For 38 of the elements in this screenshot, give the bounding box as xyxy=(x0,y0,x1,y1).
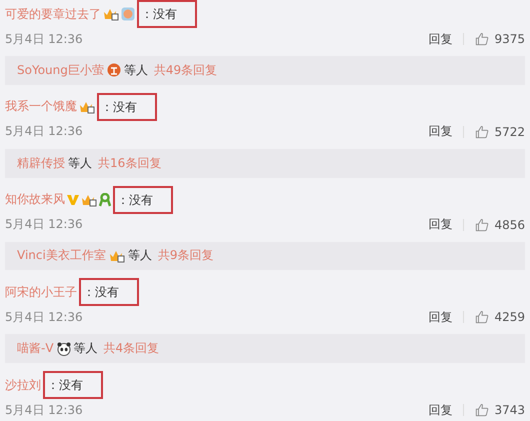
comment-text: ：没有 xyxy=(97,92,157,121)
crown-badge-icon xyxy=(81,192,97,206)
others-label: 等人 xyxy=(128,247,152,264)
comment-text: ：没有 xyxy=(79,278,139,306)
thumbs-up-icon xyxy=(475,32,490,46)
round-badge-icon xyxy=(121,7,135,21)
comment-text: ：没有 xyxy=(43,371,103,399)
crown-badge-icon xyxy=(103,7,119,21)
comment-time: 5月4日 12:36 xyxy=(5,123,83,140)
like-button[interactable]: 3743 xyxy=(475,403,525,417)
reply-link[interactable]: 回复 xyxy=(428,30,452,48)
like-button[interactable]: 9375 xyxy=(475,32,525,46)
thumbs-up-icon xyxy=(475,403,490,417)
ribbon-icon xyxy=(99,192,111,206)
reply-link[interactable]: 回复 xyxy=(428,216,452,233)
medal-badge-icon xyxy=(106,63,121,78)
reply-link[interactable]: 回复 xyxy=(428,402,452,418)
comment-text: ：没有 xyxy=(137,0,197,28)
comment-time: 5月4日 12:36 xyxy=(5,308,83,326)
thumbs-up-icon xyxy=(475,218,490,232)
comment-time: 5月4日 12:36 xyxy=(5,30,83,48)
comment-time: 5月4日 12:36 xyxy=(5,216,83,233)
thumbs-up-icon xyxy=(475,310,490,324)
v-badge-icon xyxy=(67,194,79,206)
comment-time: 5月4日 12:36 xyxy=(5,402,83,418)
like-button[interactable]: 4856 xyxy=(475,218,525,232)
reply-link[interactable]: 回复 xyxy=(428,123,452,140)
thumbs-up-icon xyxy=(475,124,490,139)
like-button[interactable]: 4259 xyxy=(475,310,525,324)
reply-link[interactable]: 回复 xyxy=(428,308,452,326)
others-label: 等人 xyxy=(74,340,98,358)
crown-badge-icon xyxy=(108,248,125,263)
comment-text: ：没有 xyxy=(113,186,173,214)
like-button[interactable]: 5722 xyxy=(475,124,525,139)
crown-badge-icon xyxy=(79,100,95,114)
others-label: 等人 xyxy=(124,62,148,79)
others-label: 等人 xyxy=(68,154,92,172)
panda-icon xyxy=(56,342,71,356)
